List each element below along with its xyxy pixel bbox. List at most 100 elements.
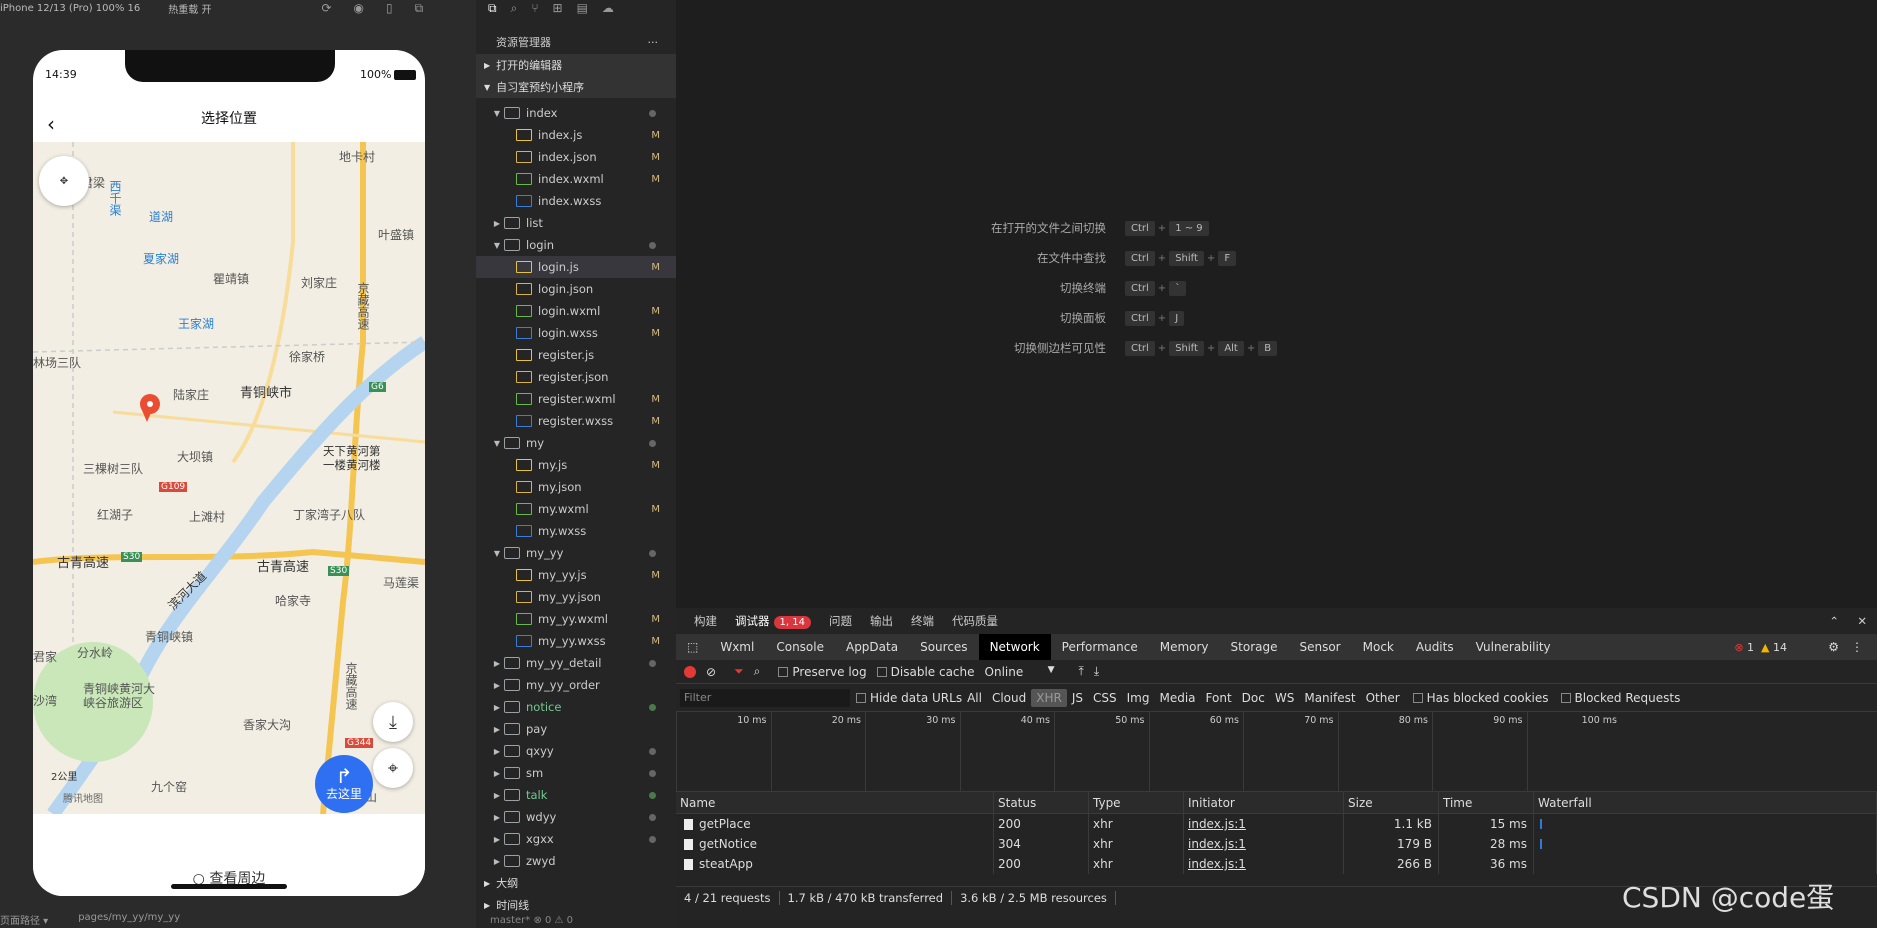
map-compass[interactable]: ✥ — [39, 156, 89, 206]
settings-icon[interactable]: ⚙ — [1828, 640, 1839, 654]
filter-type-font[interactable]: Font — [1201, 689, 1237, 707]
blocked-requests-checkbox[interactable]: Blocked Requests — [1560, 691, 1680, 705]
search-icon[interactable]: ⌕ — [754, 664, 761, 679]
folder-row[interactable]: ▶ my_yy_detail — [476, 652, 676, 674]
throttle-select[interactable]: Online ▼ — [985, 665, 1055, 679]
filter-type-css[interactable]: CSS — [1088, 689, 1122, 707]
filter-type-doc[interactable]: Doc — [1237, 689, 1270, 707]
column-header[interactable]: Waterfall — [1534, 792, 1877, 813]
network-timeline[interactable]: 10 ms 20 ms 30 ms 40 ms 50 ms 60 ms 70 ms 80 ms… — [676, 712, 1877, 792]
folder-row[interactable]: ▼ my — [476, 432, 676, 454]
phone-icon[interactable]: ▯ — [386, 1, 393, 15]
tab-debugger[interactable]: 调试器 1, 14 — [735, 613, 811, 629]
tab-appdata[interactable]: AppData — [835, 634, 909, 660]
column-header[interactable]: Size — [1344, 792, 1439, 813]
folder-row[interactable]: ▶ notice — [476, 696, 676, 718]
file-row[interactable]: my.wxss — [476, 520, 676, 542]
file-row[interactable]: login.js M — [476, 256, 676, 278]
folder-row[interactable]: ▶ zwyd — [476, 850, 676, 872]
tab-sensor[interactable]: Sensor — [1288, 634, 1351, 660]
upload-icon[interactable]: ⤒ — [1079, 664, 1084, 679]
file-row[interactable]: my_yy.js M — [476, 564, 676, 586]
folder-row[interactable]: ▶ wdyy — [476, 806, 676, 828]
refresh-icon[interactable]: ⟳ — [321, 1, 331, 15]
filter-type-all[interactable]: All — [962, 689, 987, 707]
column-header[interactable]: Status — [994, 792, 1089, 813]
copy-icon[interactable]: ⧉ — [415, 1, 424, 16]
hotreload-toggle[interactable]: 热重载 开 — [168, 1, 211, 16]
table-row[interactable]: getPlace 200 xhr index.js:1 1.1 kB 15 ms — [676, 814, 1877, 834]
outline-section[interactable]: ▶ 大纲 — [476, 872, 676, 894]
filter-type-media[interactable]: Media — [1154, 689, 1200, 707]
tab-code-quality[interactable]: 代码质量 — [952, 613, 998, 629]
docs-icon[interactable]: ▤ — [577, 1, 588, 15]
download-icon[interactable]: ⤓ — [1094, 664, 1099, 679]
file-row[interactable]: login.wxss M — [476, 322, 676, 344]
map-view[interactable]: 地卡村 西千渠 道湖 夏家湖 叶盛镇 瞿靖镇 刘家庄 京藏高速 王家湖 林场三队… — [33, 142, 425, 814]
column-header[interactable]: Name — [676, 792, 994, 813]
folder-row[interactable]: ▼ login — [476, 234, 676, 256]
cell-initiator-value[interactable]: index.js:1 — [1188, 817, 1246, 831]
file-row[interactable]: my_yy.wxss M — [476, 630, 676, 652]
file-row[interactable]: my.js M — [476, 454, 676, 476]
inspect-icon[interactable]: ⬚ — [676, 634, 709, 660]
file-row[interactable]: my.json — [476, 476, 676, 498]
folder-row[interactable]: ▶ talk — [476, 784, 676, 806]
go-here-button[interactable]: ↱ 去这里 — [315, 755, 373, 813]
filter-type-ws[interactable]: WS — [1270, 689, 1299, 707]
page-path-toggle[interactable]: 页面路径 ▾ — [0, 912, 48, 928]
file-row[interactable]: index.wxml M — [476, 168, 676, 190]
file-row[interactable]: index.wxss — [476, 190, 676, 212]
collapse-icon[interactable]: ⌃ — [1829, 614, 1839, 628]
tab-sources[interactable]: Sources — [909, 634, 978, 660]
folder-row[interactable]: ▶ qxyy — [476, 740, 676, 762]
issue-counts[interactable]: ⊗ 1 ▲ 14 — [1734, 641, 1787, 654]
filter-type-cloud[interactable]: Cloud — [987, 689, 1031, 707]
search-icon[interactable]: ⌕ — [511, 1, 518, 16]
files-icon[interactable]: ⧉ — [488, 1, 497, 16]
column-header[interactable]: Initiator — [1184, 792, 1344, 813]
record-icon[interactable]: ◉ — [354, 1, 364, 15]
file-row[interactable]: my_yy.wxml M — [476, 608, 676, 630]
cell-initiator-value[interactable]: index.js:1 — [1188, 837, 1246, 851]
tab-network[interactable]: Network — [978, 634, 1051, 660]
tab-output[interactable]: 输出 — [870, 613, 893, 629]
folder-row[interactable]: ▼ my_yy — [476, 542, 676, 564]
file-row[interactable]: register.wxml M — [476, 388, 676, 410]
kebab-icon[interactable]: ⋮ — [1851, 640, 1863, 654]
tab-wxml[interactable]: Wxml — [709, 634, 765, 660]
tab-console[interactable]: Console — [765, 634, 835, 660]
preserve-log-checkbox[interactable]: Preserve log — [778, 665, 867, 679]
filter-type-img[interactable]: Img — [1122, 689, 1155, 707]
folder-row[interactable]: ▶ list — [476, 212, 676, 234]
locate-icon[interactable]: ⌖ — [373, 748, 413, 788]
hide-data-urls-checkbox[interactable]: Hide data URLs — [856, 691, 962, 705]
table-row[interactable]: steatApp 200 xhr index.js:1 266 B 36 ms — [676, 854, 1877, 874]
file-row[interactable]: index.json M — [476, 146, 676, 168]
filter-type-xhr[interactable]: XHR — [1031, 688, 1067, 707]
record-button[interactable] — [684, 665, 696, 678]
tab-build[interactable]: 构建 — [694, 613, 717, 629]
disable-cache-checkbox[interactable]: Disable cache — [876, 665, 975, 679]
folder-row[interactable]: ▼ index — [476, 102, 676, 124]
open-editors-section[interactable]: ▶ 打开的编辑器 — [476, 54, 676, 76]
file-row[interactable]: register.json — [476, 366, 676, 388]
tab-terminal[interactable]: 终端 — [911, 613, 934, 629]
filter-input[interactable]: Filter — [680, 688, 850, 707]
device-selector[interactable]: iPhone 12/13 (Pro) 100% 16 — [0, 3, 140, 14]
filter-type-js[interactable]: JS — [1067, 689, 1088, 707]
file-row[interactable]: index.js M — [476, 124, 676, 146]
close-icon[interactable]: ✕ — [1857, 614, 1867, 628]
file-row[interactable]: my_yy.json — [476, 586, 676, 608]
tab-memory[interactable]: Memory — [1149, 634, 1220, 660]
git-icon[interactable]: ⑂ — [531, 1, 538, 15]
file-row[interactable]: register.wxss M — [476, 410, 676, 432]
back-icon[interactable]: ‹ — [47, 112, 55, 136]
tab-problems[interactable]: 问题 — [829, 613, 852, 629]
table-row[interactable]: getNotice 304 xhr index.js:1 179 B 28 ms — [676, 834, 1877, 854]
project-section[interactable]: ▼ 自习室预约小程序 — [476, 76, 676, 98]
column-header[interactable]: Time — [1439, 792, 1534, 813]
file-row[interactable]: login.json — [476, 278, 676, 300]
tab-storage[interactable]: Storage — [1220, 634, 1289, 660]
folder-row[interactable]: ▶ my_yy_order — [476, 674, 676, 696]
